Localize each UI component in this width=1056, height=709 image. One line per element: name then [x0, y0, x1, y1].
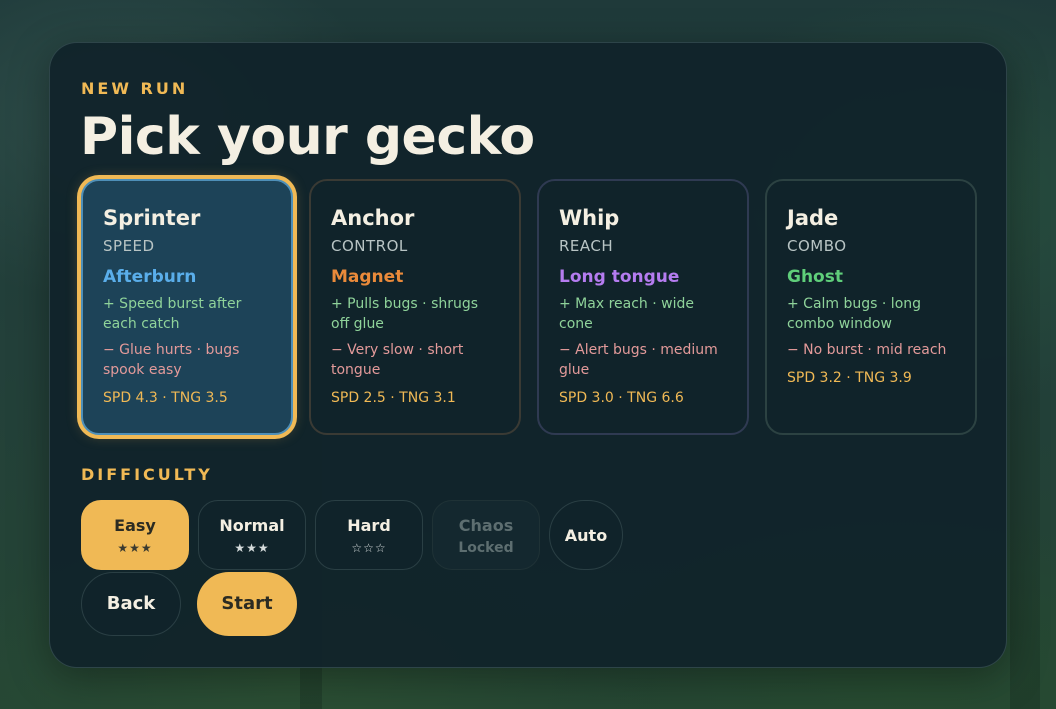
gecko-select-panel: NEW RUN Pick your gecko Sprinter SPEED A…: [49, 42, 1007, 668]
gecko-con: − Glue hurts · bugs spook easy: [103, 342, 240, 378]
difficulty-option-label: Hard: [347, 516, 391, 535]
star-rating-icon: ☆☆☆: [351, 541, 387, 555]
gecko-name: Sprinter: [103, 206, 201, 230]
gecko-stats: SPD 3.0 · TNG 6.6: [559, 390, 684, 406]
gecko-name: Jade: [787, 206, 839, 230]
difficulty-label: DIFFICULTY: [81, 465, 213, 484]
difficulty-normal-button[interactable]: Normal ★★★: [198, 500, 306, 570]
difficulty-auto-button[interactable]: Auto: [549, 500, 623, 570]
gecko-card-list: Sprinter SPEED Afterburn + Speed burst a…: [81, 179, 981, 435]
difficulty-easy-button[interactable]: Easy ★★★: [81, 500, 189, 570]
difficulty-option-label: Easy: [114, 516, 156, 535]
difficulty-hard-button[interactable]: Hard ☆☆☆: [315, 500, 423, 570]
gecko-ability: Afterburn: [103, 267, 197, 287]
gecko-pro: + Max reach · wide cone: [559, 296, 694, 332]
gecko-stats: SPD 4.3 · TNG 3.5: [103, 390, 228, 406]
gecko-card-jade[interactable]: Jade COMBO Ghost + Calm bugs · long comb…: [765, 179, 977, 435]
gecko-ability: Long tongue: [559, 267, 680, 287]
difficulty-chaos-button: Chaos Locked: [432, 500, 540, 570]
gecko-pro: + Pulls bugs · shrugs off glue: [331, 296, 479, 332]
gecko-card-anchor[interactable]: Anchor CONTROL Magnet + Pulls bugs · shr…: [309, 179, 521, 435]
gecko-stats: SPD 2.5 · TNG 3.1: [331, 390, 456, 406]
gecko-role: COMBO: [787, 237, 847, 255]
background-tree-trunk: [1010, 0, 1040, 709]
star-rating-icon: ★★★: [234, 541, 270, 555]
gecko-role: SPEED: [103, 237, 155, 255]
gecko-con: − Very slow · short tongue: [331, 342, 464, 378]
gecko-con: − No burst · mid reach: [787, 342, 947, 358]
gecko-name: Anchor: [331, 206, 415, 230]
gecko-ability: Magnet: [331, 267, 404, 287]
page-title: Pick your gecko: [80, 107, 535, 167]
gecko-ability: Ghost: [787, 267, 843, 287]
gecko-stats: SPD 3.2 · TNG 3.9: [787, 370, 912, 386]
gecko-con: − Alert bugs · medium glue: [559, 342, 718, 378]
gecko-card-whip[interactable]: Whip REACH Long tongue + Max reach · wid…: [537, 179, 749, 435]
back-button[interactable]: Back: [81, 572, 181, 636]
gecko-pro: + Speed burst after each catch: [103, 296, 242, 332]
gecko-pro: + Calm bugs · long combo window: [787, 296, 922, 332]
start-button[interactable]: Start: [197, 572, 297, 636]
gecko-role: REACH: [559, 237, 614, 255]
difficulty-option-label: Normal: [219, 516, 285, 535]
eyebrow-label: NEW RUN: [81, 79, 189, 98]
gecko-card-sprinter[interactable]: Sprinter SPEED Afterburn + Speed burst a…: [81, 179, 293, 435]
gecko-role: CONTROL: [331, 237, 408, 255]
difficulty-option-label: Auto: [564, 526, 608, 545]
star-rating-icon: ★★★: [117, 541, 153, 555]
gecko-name: Whip: [559, 206, 620, 230]
locked-status: Locked: [458, 540, 514, 556]
difficulty-option-label: Chaos: [458, 516, 514, 535]
